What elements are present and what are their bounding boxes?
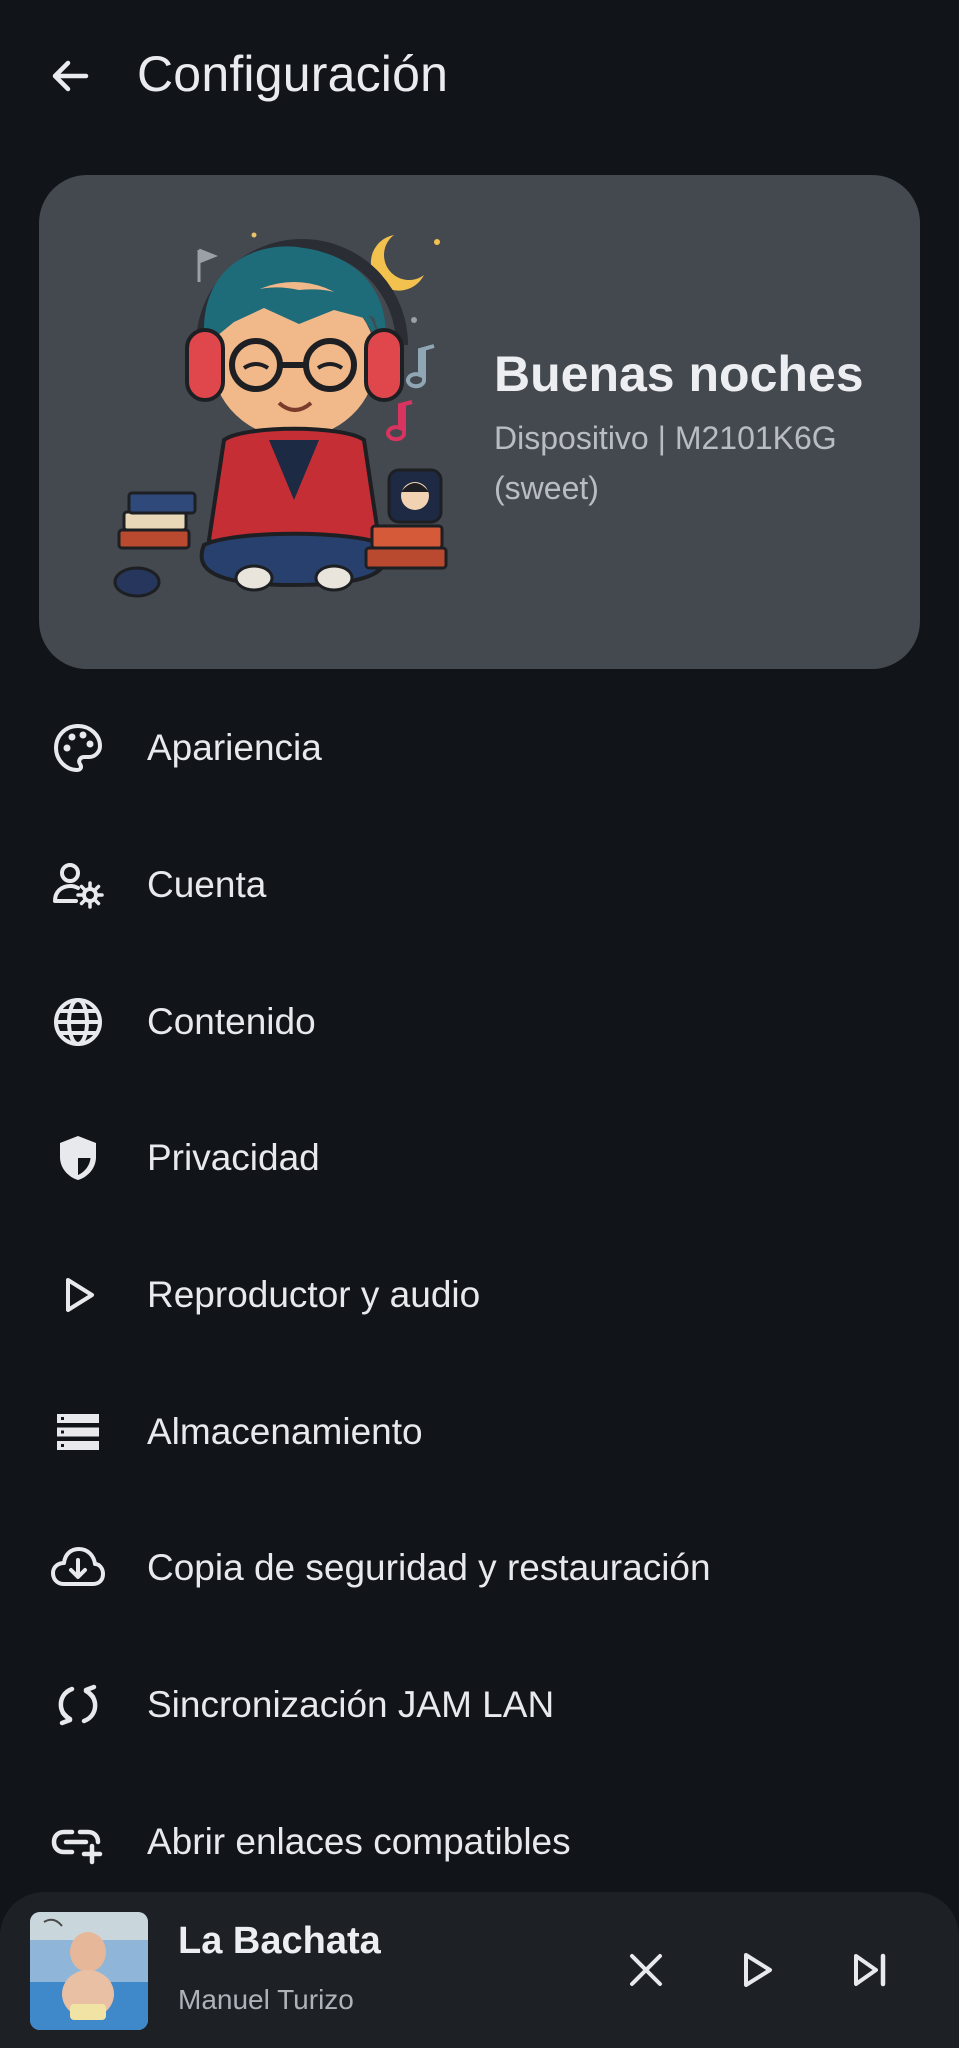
back-button[interactable] <box>36 42 104 110</box>
setting-label: Contenido <box>147 1001 316 1042</box>
song-title: La Bachata <box>178 1920 381 1962</box>
add-link-icon <box>50 1814 106 1870</box>
profile-card: Buenas noches Dispositivo | M2101K6G (sw… <box>39 175 920 669</box>
setting-item-almacenamiento[interactable]: Almacenamiento <box>0 1372 959 1492</box>
top-app-bar: Configuración <box>0 0 959 155</box>
song-artist: Manuel Turizo <box>178 1984 354 2015</box>
setting-item-cuenta[interactable]: Cuenta <box>0 825 959 945</box>
setting-item-copia-seguridad[interactable]: Copia de seguridad y restauración <box>0 1508 959 1628</box>
device-info: Dispositivo | M2101K6G (sweet) <box>494 413 894 513</box>
play-icon <box>744 1953 772 1987</box>
setting-label: Reproductor y audio <box>147 1274 481 1315</box>
device-model: Dispositivo | M2101K6G <box>494 420 837 456</box>
greeting-text: Buenas noches <box>494 346 864 402</box>
mini-player[interactable]: La Bachata Manuel Turizo <box>0 1892 959 2048</box>
setting-item-contenido[interactable]: Contenido <box>0 962 959 1082</box>
palette-icon <box>50 720 106 776</box>
page-title: Configuración <box>137 46 449 102</box>
setting-item-sincronizacion[interactable]: Sincronización JAM LAN <box>0 1645 959 1765</box>
close-player-button[interactable] <box>608 1932 684 2008</box>
close-icon <box>630 1954 662 1986</box>
skip-next-button[interactable] <box>832 1932 908 2008</box>
setting-label: Sincronización JAM LAN <box>147 1684 555 1725</box>
arrow-left-icon <box>52 60 89 92</box>
skip-next-icon <box>854 1953 886 1987</box>
sync-icon <box>50 1677 106 1733</box>
album-cover[interactable] <box>30 1912 148 2030</box>
user-settings-icon <box>50 857 106 913</box>
setting-label: Apariencia <box>147 727 322 768</box>
setting-label: Almacenamiento <box>147 1411 423 1452</box>
device-codename: (sweet) <box>494 470 599 506</box>
setting-label: Abrir enlaces compatibles <box>147 1821 571 1862</box>
setting-item-abrir-enlaces[interactable]: Abrir enlaces compatibles <box>0 1782 959 1902</box>
cloud-download-icon <box>50 1540 106 1596</box>
play-button[interactable] <box>718 1932 794 2008</box>
setting-item-apariencia[interactable]: Apariencia <box>0 688 959 808</box>
setting-item-privacidad[interactable]: Privacidad <box>0 1098 959 1218</box>
setting-label: Privacidad <box>147 1137 320 1178</box>
play-icon <box>50 1267 106 1323</box>
setting-label: Copia de seguridad y restauración <box>147 1547 711 1588</box>
setting-label: Cuenta <box>147 864 267 905</box>
shield-icon <box>50 1130 106 1186</box>
headphones-boy-illustration <box>113 232 448 598</box>
storage-icon <box>50 1404 106 1460</box>
setting-item-reproductor[interactable]: Reproductor y audio <box>0 1235 959 1355</box>
globe-icon <box>50 994 106 1050</box>
